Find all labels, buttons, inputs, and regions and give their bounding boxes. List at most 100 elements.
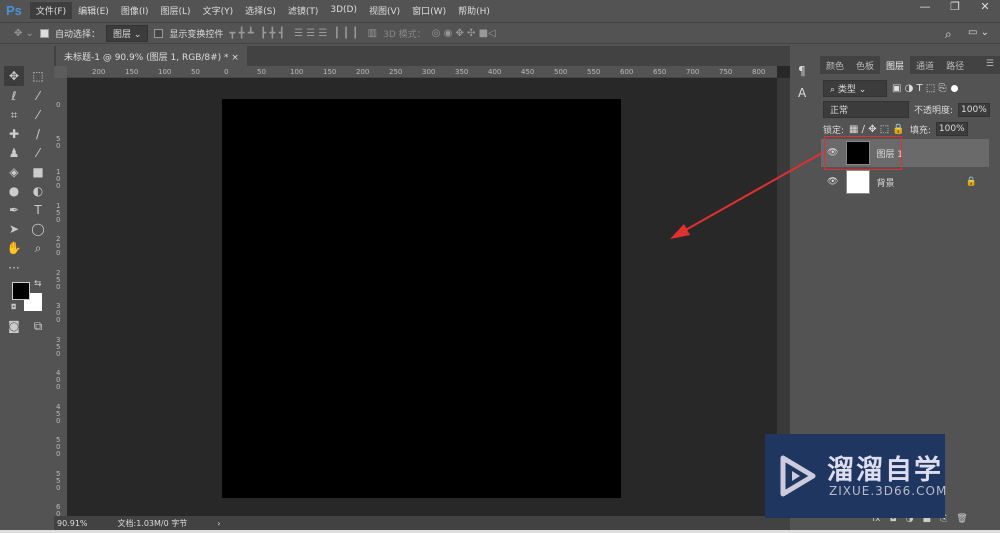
eyedropper-icon[interactable]: ⁄ (28, 105, 48, 125)
canvas[interactable] (222, 99, 621, 498)
move-tool-icon[interactable]: ✥ (4, 66, 24, 86)
crop-tool-icon[interactable]: ⌗ (4, 105, 24, 125)
lock-icons[interactable]: ▦ / ✥ ⬚ 🔒 (849, 124, 905, 135)
zoom-level[interactable]: 90.91% (57, 519, 88, 528)
show-transform-checkbox[interactable] (154, 28, 164, 38)
menu-item[interactable]: 编辑(E) (72, 2, 115, 19)
filter-kind-value: 类型 (837, 85, 856, 95)
character-panel-icon[interactable]: A (798, 86, 806, 100)
menu-item[interactable]: 视图(V) (363, 2, 406, 19)
stamp-tool-icon[interactable]: ♟ (4, 143, 24, 163)
status-bar: 90.91% 文档:1.03M/0 字节 › (54, 516, 790, 530)
type-tool-icon[interactable]: T (28, 200, 48, 220)
ruler-tick-label: 100 (56, 168, 61, 190)
tab-paths[interactable]: 路径 (940, 56, 970, 74)
workspace-icon[interactable]: ▭ ⌄ (968, 27, 989, 38)
minimize-button[interactable]: — (910, 0, 940, 18)
more-tools-icon[interactable]: ··· (4, 258, 24, 278)
foreground-color-swatch[interactable] (12, 282, 30, 300)
filter-icons[interactable]: ▣ ◑ T ⬚ ⎘ (892, 83, 946, 94)
ruler-tick-label: 50 (56, 134, 61, 150)
trash-icon[interactable]: 🗑 (956, 514, 967, 524)
swap-colors-icon[interactable]: ⇆ (34, 279, 42, 289)
status-menu-arrow[interactable]: › (217, 519, 220, 528)
ruler-tick-label: 200 (56, 235, 61, 257)
layer-thumbnail (846, 170, 871, 194)
ruler-tick-label: 750 (719, 68, 733, 76)
annotation-highlight-box (824, 136, 902, 170)
close-tab-icon[interactable]: × (231, 53, 239, 63)
move-tool-icon[interactable]: ✥ ⌄ (14, 28, 34, 39)
blur-tool-icon[interactable]: ● (4, 181, 24, 201)
ruler-tick-label: 450 (521, 68, 535, 76)
watermark-play-logo (780, 455, 816, 497)
path-select-icon[interactable]: ➤ (4, 219, 24, 239)
tab-channels[interactable]: 通道 (910, 56, 940, 74)
tab-layers[interactable]: 图层 (880, 56, 911, 74)
tools-panel: ✥ ⬚ ℓ ⁄ ⌗ ⁄ ✚ / ♟ ⁄ ◈ ■ ● ◐ ✒ T ➤ ◯ ✋ ⌕ … (0, 60, 52, 350)
ellipse-tool-icon[interactable]: ◯ (28, 219, 48, 239)
close-button[interactable]: ✕ (970, 0, 1000, 18)
lock-label: 锁定: (823, 125, 845, 136)
marquee-tool-icon[interactable]: ⬚ (28, 66, 48, 86)
gradient-tool-icon[interactable]: ■ (28, 162, 48, 182)
ruler-tick-label: 250 (56, 268, 61, 291)
opacity-input[interactable]: 100% (958, 102, 990, 117)
watermark: 溜溜自学 ZIXUE.3D66.COM (765, 434, 946, 518)
lasso-tool-icon[interactable]: ℓ (4, 86, 24, 106)
ruler-tick-label: 450 (56, 402, 61, 425)
fill-input[interactable]: 100% (935, 122, 968, 136)
menu-item[interactable]: 选择(S) (239, 2, 282, 19)
history-brush-icon[interactable]: ⁄ (28, 143, 48, 163)
menu-item[interactable]: 滤镜(T) (282, 2, 325, 19)
menu-item[interactable]: 窗口(W) (406, 2, 452, 19)
menu-item[interactable]: 帮助(H) (452, 2, 496, 19)
menu-item[interactable]: 文字(Y) (197, 2, 240, 19)
document-tab[interactable]: 未标题-1 @ 90.9% (图层 1, RGB/8#) * × (56, 46, 247, 66)
ruler-tick-label: 50 (257, 68, 266, 76)
lock-icon: 🔒 (965, 177, 977, 187)
hand-tool-icon[interactable]: ✋ (4, 238, 24, 258)
menu-item[interactable]: 文件(F) (29, 1, 73, 19)
photoshop-logo: Ps (6, 2, 22, 18)
default-colors-icon[interactable]: ◘ (11, 303, 17, 311)
zoom-tool-icon[interactable]: ⌕ (28, 238, 48, 258)
ruler-origin[interactable] (54, 66, 67, 78)
document-tab-title: 未标题-1 @ 90.9% (图层 1, RGB/8#) * (64, 53, 229, 63)
menu-item[interactable]: 图像(I) (115, 2, 155, 19)
ruler-tick-label: 500 (56, 436, 61, 458)
opacity-label: 不透明度: (914, 106, 954, 116)
ruler-tick-label: 100 (158, 68, 172, 76)
eraser-tool-icon[interactable]: ◈ (4, 162, 24, 182)
search-icon[interactable]: ⌕ (945, 27, 952, 42)
menu-item[interactable]: 3D(D) (324, 3, 363, 17)
align-icons[interactable]: ┳ ╋ ┻ ┣ ╋ ┫ ☰ ☰ ☰ ┃ ┃ ┃ ▥ (229, 28, 377, 39)
layer-name: 背景 (876, 178, 895, 189)
panel-menu-icon[interactable]: ☰ (980, 56, 1000, 74)
layer-row-background[interactable]: 👁 背景 🔒 (821, 168, 989, 196)
vertical-ruler: 050100150200250300350400450500550600 (54, 66, 67, 525)
ruler-tick-label: 150 (56, 201, 61, 224)
restore-button[interactable]: ❐ (940, 0, 970, 18)
eye-icon[interactable]: 👁 (827, 177, 838, 187)
dodge-tool-icon[interactable]: ◐ (28, 181, 48, 201)
menu-item[interactable]: 图层(L) (155, 2, 197, 19)
pen-tool-icon[interactable]: ✒ (4, 200, 24, 220)
auto-select-dropdown[interactable]: 图层 ⌄ (105, 24, 149, 42)
ruler-tick-label: 150 (323, 68, 337, 76)
tab-swatches[interactable]: 色板 (850, 56, 880, 74)
tab-color[interactable]: 颜色 (820, 56, 850, 74)
blend-mode-dropdown[interactable]: 正常 (823, 101, 909, 118)
3d-mode-icons[interactable]: ◎ ◉ ✥ ✣ ■◁ (432, 28, 496, 39)
screen-mode-icon[interactable]: ⧉ (28, 316, 48, 336)
filter-toggle[interactable] (951, 85, 959, 92)
brush-tool-icon[interactable]: / (28, 124, 48, 144)
healing-brush-icon[interactable]: ✚ (4, 124, 24, 144)
magic-wand-icon[interactable]: ⁄ (28, 86, 48, 106)
auto-select-checkbox[interactable] (39, 28, 49, 38)
ruler-tick-label: 550 (56, 469, 61, 492)
ruler-tick-label: 300 (422, 68, 436, 76)
quick-mask-icon[interactable]: ◙ (4, 316, 24, 336)
paragraph-panel-icon[interactable]: ¶ (798, 64, 806, 78)
filter-kind-dropdown[interactable]: ⌕ 类型 ⌄ (823, 80, 887, 97)
